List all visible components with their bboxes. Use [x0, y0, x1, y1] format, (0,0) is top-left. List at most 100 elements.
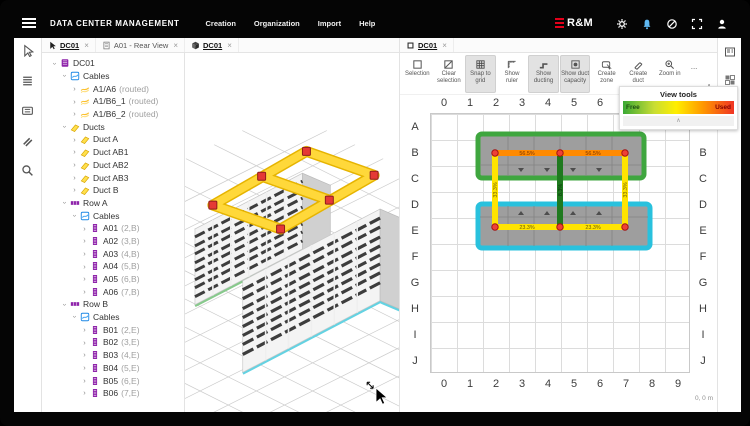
tree-item[interactable]: › B01 (2,E)	[46, 323, 184, 336]
show-ruler-button[interactable]: Show ruler	[497, 55, 528, 93]
tree-item[interactable]: › DC01	[46, 57, 184, 70]
chevron-right-icon[interactable]: ›	[80, 263, 89, 271]
tree-item[interactable]: › Duct AB3	[46, 171, 184, 184]
cursor-tool-button[interactable]	[21, 44, 35, 58]
show-ducting-button[interactable]: Show ducting	[528, 55, 559, 93]
snap-to-grid-button[interactable]: Snap to grid	[465, 55, 496, 93]
tree-item[interactable]: › B03 (4,E)	[46, 349, 184, 362]
chevron-right-icon[interactable]: ›	[70, 136, 79, 144]
tab-dc01-tree[interactable]: DC01 ×	[42, 38, 96, 52]
tree-item[interactable]: › Cables	[46, 311, 184, 324]
hamburger-menu-icon[interactable]	[22, 18, 36, 28]
chevron-right-icon[interactable]: ›	[80, 389, 89, 397]
list-tool-icon	[23, 76, 32, 86]
chevron-right-icon[interactable]: ›	[70, 186, 79, 194]
tree-item[interactable]: › Duct B	[46, 184, 184, 197]
chevron-down-icon[interactable]: ›	[70, 313, 79, 322]
tree-item[interactable]: › B04 (5,E)	[46, 362, 184, 375]
list-tool-button[interactable]	[21, 74, 34, 87]
tab-a01-rear-view[interactable]: A01 - Rear View ×	[96, 38, 186, 52]
tab-dc01-3d[interactable]: DC01 ×	[185, 38, 239, 52]
tree-item[interactable]: › B06 (7,E)	[46, 387, 184, 400]
chevron-right-icon[interactable]: ›	[80, 339, 89, 347]
menu-item-import[interactable]: Import	[318, 19, 341, 28]
tree-item[interactable]: › Row A	[46, 197, 184, 210]
chevron-right-icon[interactable]: ›	[80, 326, 89, 334]
tree-item[interactable]: › Ducts	[46, 120, 184, 133]
close-icon[interactable]: ×	[227, 41, 232, 50]
account-icon[interactable]	[716, 17, 728, 29]
tree-item[interactable]: › A05 (6,B)	[46, 273, 184, 286]
view-tools-collapse-button[interactable]: ∧	[623, 116, 734, 126]
grid-col-label: 2	[492, 97, 500, 109]
tree-item[interactable]: › A04 (5,B)	[46, 260, 184, 273]
tree-item[interactable]: › A02 (3,B)	[46, 235, 184, 248]
chevron-down-icon[interactable]: ›	[60, 72, 69, 81]
block-icon[interactable]	[666, 17, 678, 29]
chevron-right-icon[interactable]: ›	[80, 250, 89, 258]
close-icon[interactable]: ×	[173, 41, 178, 50]
tab-dc01-plan[interactable]: DC01 ×	[400, 38, 454, 52]
chevron-down-icon[interactable]: ›	[60, 122, 69, 131]
floorplan-canvas-area: 0 1 2 3 4 5 6 7 8 9 0 1 2 3 4 5 6 7 8 9 A B C D E F G H I J A B C D E F G…	[400, 95, 717, 412]
view3d-panel: DC01 ×	[185, 38, 400, 412]
chevron-right-icon[interactable]: ›	[80, 225, 89, 233]
selection-button[interactable]: Selection	[402, 55, 433, 93]
fullscreen-icon[interactable]	[691, 17, 703, 30]
show-duct-capacity-button[interactable]: Show duct capacity	[559, 55, 591, 93]
menu-item-organization[interactable]: Organization	[254, 19, 300, 28]
tree-item[interactable]: › Cables	[46, 209, 184, 222]
chevron-right-icon[interactable]: ›	[80, 288, 89, 296]
menu-item-help[interactable]: Help	[359, 19, 375, 28]
chevron-down-icon[interactable]: ›	[60, 300, 69, 309]
duct-tool-button[interactable]	[21, 134, 34, 147]
patch-tool-button[interactable]	[21, 104, 34, 117]
layout-panel-button[interactable]	[724, 73, 736, 85]
chevron-right-icon[interactable]: ›	[70, 85, 79, 93]
close-icon[interactable]: ×	[442, 41, 447, 50]
chevron-right-icon[interactable]: ›	[70, 98, 79, 106]
tree-item[interactable]: › B05 (6,E)	[46, 374, 184, 387]
chevron-right-icon[interactable]: ›	[70, 148, 79, 156]
chevron-right-icon[interactable]: ›	[80, 275, 89, 283]
tree-item-suffix: (3,B)	[121, 235, 140, 246]
capacity-legend-gradient: Free Used	[623, 101, 734, 114]
grid-col-label: 5	[570, 378, 578, 390]
close-icon[interactable]: ×	[84, 41, 89, 50]
settings-icon[interactable]	[616, 17, 628, 29]
tree-item[interactable]: › A1/A6 (routed)	[46, 82, 184, 95]
notifications-icon[interactable]	[641, 17, 653, 30]
view-tools-title: View tools	[660, 90, 697, 99]
chevron-right-icon[interactable]: ›	[70, 174, 79, 182]
chevron-down-icon[interactable]: ›	[50, 59, 59, 68]
tree-item[interactable]: › Cables	[46, 70, 184, 83]
floorplan-overlay[interactable]: 56.5% 56.5% 23.3% 23.3% 33.3% 33.3% 8.3%	[430, 113, 692, 375]
tree-item[interactable]: › Duct AB2	[46, 159, 184, 172]
tree-item[interactable]: › Duct AB1	[46, 146, 184, 159]
properties-panel-button[interactable]	[724, 45, 736, 57]
chevron-right-icon[interactable]: ›	[80, 377, 89, 385]
create-zone-button[interactable]: Create zone	[591, 55, 622, 93]
chevron-right-icon[interactable]: ›	[80, 364, 89, 372]
tree-item[interactable]: › A1/B6_2 (routed)	[46, 108, 184, 121]
tree-item[interactable]: › A1/B6_1 (routed)	[46, 95, 184, 108]
tree-item[interactable]: › A01 (2,B)	[46, 222, 184, 235]
row-icon	[70, 201, 80, 205]
menu-item-creation[interactable]: Creation	[206, 19, 236, 28]
chevron-right-icon[interactable]: ›	[80, 351, 89, 359]
chevron-right-icon[interactable]: ›	[70, 161, 79, 169]
chevron-right-icon[interactable]: ›	[70, 110, 79, 118]
tree-item[interactable]: › Duct A	[46, 133, 184, 146]
clear-selection-button[interactable]: Clear selection	[434, 55, 465, 93]
chevron-right-icon[interactable]: ›	[80, 237, 89, 245]
tree-item[interactable]: › A03 (4,B)	[46, 247, 184, 260]
tree-item[interactable]: › B02 (3,E)	[46, 336, 184, 349]
tree-item[interactable]: › Row B	[46, 298, 184, 311]
tree-item[interactable]: › A06 (7,B)	[46, 285, 184, 298]
chevron-down-icon[interactable]: ›	[60, 198, 69, 207]
search-tool-button[interactable]	[21, 164, 34, 177]
chevron-down-icon[interactable]: ›	[70, 211, 79, 220]
view3d-canvas[interactable]	[185, 53, 399, 412]
svg-text:8.3%: 8.3%	[558, 184, 564, 196]
floorplan-panel: DC01 × Selection Clear selection Snap to…	[400, 38, 738, 412]
